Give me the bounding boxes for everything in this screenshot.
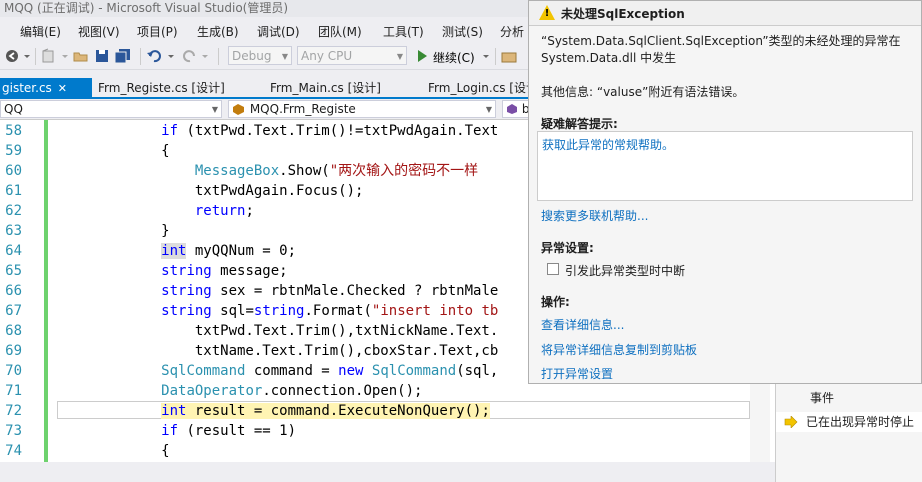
code-line: {: [60, 143, 170, 159]
code-line: MessageBox.Show("两次输入的密码不一样: [194, 163, 479, 179]
break-on-exception-checkbox[interactable]: [547, 263, 559, 275]
code-line: {: [60, 443, 170, 459]
diagnostic-events-panel: 事件 已在出现异常时停止: [775, 384, 922, 482]
copy-details-link[interactable]: 将异常详细信息复制到剪贴板: [541, 341, 697, 358]
line-number: 65: [5, 263, 22, 279]
undo-icon[interactable]: [146, 48, 164, 64]
save-all-icon[interactable]: [114, 48, 132, 64]
editor-horizontal-scrollbar[interactable]: [0, 462, 780, 482]
menu-view[interactable]: 视图(V): [78, 23, 120, 40]
close-tab-icon[interactable]: ✕: [58, 82, 67, 95]
open-exception-settings-link[interactable]: 打开异常设置: [541, 365, 613, 382]
code-line: txtName.Text.Trim(),cboxStar.Text,cb: [60, 343, 499, 359]
project-dropdown[interactable]: QQ ▼: [0, 100, 222, 118]
exception-additional-info: 其他信息: “valuse”附近有语法错误。: [541, 85, 745, 99]
troubleshoot-label: 疑难解答提示:: [541, 117, 618, 131]
line-number: 72: [5, 403, 22, 419]
line-number: 71: [5, 383, 22, 399]
code-line: string sql=string.Format("insert into tb: [161, 303, 499, 319]
menu-analyze[interactable]: 分析: [500, 23, 524, 40]
line-number: 63: [5, 223, 22, 239]
menu-edit[interactable]: 编辑(E): [20, 23, 61, 40]
back-icon[interactable]: [4, 48, 20, 64]
line-number: 69: [5, 343, 22, 359]
troubleshoot-tips-box: 获取此异常的常规帮助。: [537, 131, 913, 201]
code-line: string sex = rbtnMale.Checked ? rbtnMale: [161, 283, 499, 299]
code-line: int myQQNum = 0;: [161, 243, 297, 259]
code-line: txtPwdAgain.Focus();: [60, 183, 364, 199]
method-icon: [507, 104, 517, 114]
change-tracking-bar: [44, 120, 48, 462]
code-line: if (result == 1): [161, 423, 297, 439]
tab-frm-main-design[interactable]: Frm_Main.cs [设计]: [270, 78, 381, 98]
save-icon[interactable]: [94, 48, 110, 64]
line-number: 61: [5, 183, 22, 199]
continue-dropdown-icon[interactable]: [481, 48, 491, 64]
tab-frm-registe-design[interactable]: Frm_Registe.cs [设计]: [98, 78, 225, 98]
continue-icon[interactable]: [415, 48, 429, 64]
line-number: 66: [5, 283, 22, 299]
continue-button[interactable]: 继续(C): [433, 49, 475, 66]
menu-team[interactable]: 团队(M): [318, 23, 362, 40]
code-line: if (txtPwd.Text.Trim()!=txtPwdAgain.Text: [161, 123, 499, 139]
code-line: DataOperator.connection.Open();: [161, 383, 423, 399]
exception-settings-label: 异常设置:: [541, 241, 594, 255]
class-dropdown[interactable]: MQQ.Frm_Registe ▼: [228, 100, 496, 118]
menu-build[interactable]: 生成(B): [197, 23, 239, 40]
break-on-exception-label[interactable]: 引发此异常类型时中断: [565, 262, 685, 279]
exception-helper-popup: ! 未处理SqlException “System.Data.SqlClient…: [528, 0, 922, 384]
line-number: 70: [5, 363, 22, 379]
code-line: }: [60, 223, 170, 239]
menu-tools[interactable]: 工具(T): [383, 23, 424, 40]
menu-test[interactable]: 测试(S): [442, 23, 483, 40]
event-label: 已在出现异常时停止: [806, 415, 915, 429]
exception-title: 未处理SqlException: [561, 7, 685, 21]
menu-project[interactable]: 项目(P): [137, 23, 178, 40]
redo-icon[interactable]: [180, 48, 198, 64]
warning-icon-mark: !: [544, 8, 550, 19]
redo-dropdown-icon[interactable]: [200, 48, 210, 64]
platform-combo[interactable]: Any CPU ▼: [297, 46, 407, 65]
open-folder-icon[interactable]: [72, 48, 90, 64]
line-number: 58: [5, 123, 22, 139]
code-line: SqlCommand command = new SqlCommand(sql,: [161, 363, 499, 379]
new-dropdown-icon[interactable]: [60, 48, 70, 64]
view-details-link[interactable]: 查看详细信息...: [541, 316, 624, 333]
arrow-right-icon: [784, 416, 798, 428]
code-line: return;: [194, 203, 254, 219]
undo-dropdown-icon[interactable]: [166, 48, 176, 64]
line-number: 74: [5, 443, 22, 459]
general-help-link[interactable]: 获取此异常的常规帮助。: [542, 136, 674, 153]
line-number: 67: [5, 303, 22, 319]
code-line: string message;: [161, 263, 288, 279]
events-header: 事件: [810, 391, 835, 405]
toolbox-icon[interactable]: [500, 48, 518, 64]
nav-dropdown-icon[interactable]: [22, 48, 32, 64]
new-project-icon[interactable]: [40, 48, 56, 64]
line-number: 73: [5, 423, 22, 439]
line-number: 59: [5, 143, 22, 159]
tab-frm-login-design[interactable]: Frm_Login.cs [设计: [428, 78, 538, 98]
actions-label: 操作:: [541, 295, 570, 309]
line-number: 60: [5, 163, 22, 179]
menu-debug[interactable]: 调试(D): [257, 23, 300, 40]
tab-frm-registe-code[interactable]: gister.cs ✕: [0, 78, 92, 98]
config-combo[interactable]: Debug ▼: [228, 46, 292, 65]
code-line-current: int result = command.ExecuteNonQuery();: [161, 403, 490, 419]
code-line: txtPwd.Text.Trim(),txtNickName.Text.: [60, 323, 499, 339]
line-number: 68: [5, 323, 22, 339]
exception-message: “System.Data.SqlClient.SqlException”类型的未…: [541, 34, 901, 65]
line-number: 64: [5, 243, 22, 259]
class-icon: [233, 104, 244, 115]
event-row[interactable]: 已在出现异常时停止: [776, 412, 922, 432]
exception-header: ! 未处理SqlException: [529, 1, 921, 26]
search-online-help-link[interactable]: 搜索更多联机帮助...: [541, 207, 648, 224]
line-number: 62: [5, 203, 22, 219]
